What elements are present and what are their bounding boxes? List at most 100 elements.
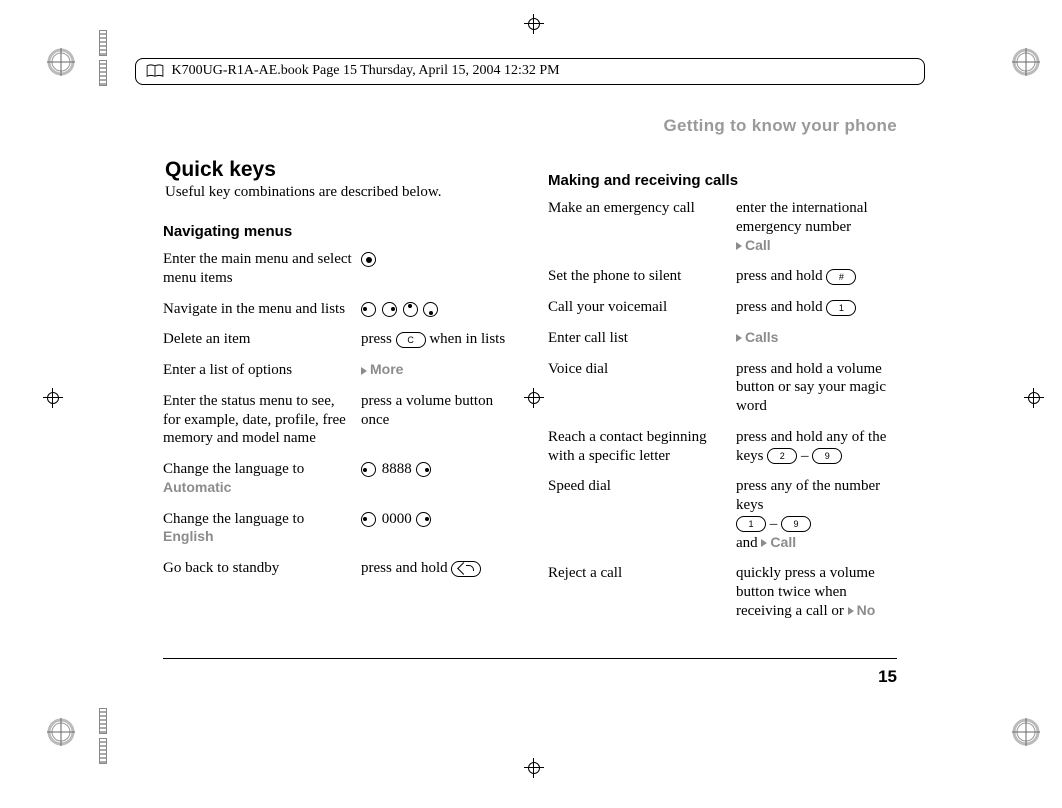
registration-mark — [47, 48, 75, 76]
softkey-label: Call — [745, 237, 771, 253]
table-row: Navigate in the menu and lists — [163, 300, 512, 319]
nav-left-icon — [361, 462, 376, 477]
softkey-label: More — [370, 361, 403, 377]
header-meta-text: K700UG-R1A-AE.book Page 15 Thursday, Apr… — [172, 63, 560, 78]
table-row: Reject a call quickly press a volume but… — [548, 564, 897, 620]
crop-mark — [524, 14, 544, 34]
table-row: Enter the status menu to see, for exampl… — [163, 392, 512, 448]
page-number: 15 — [878, 667, 897, 687]
table-row: Call your voicemail press and hold 1 — [548, 298, 897, 317]
right-column: Making and receiving calls Make an emerg… — [548, 158, 897, 645]
row-label: Reject a call — [548, 564, 736, 583]
row-label: Enter the status menu to see, for exampl… — [163, 392, 361, 448]
row-action: press any of the number keys 1 – 9 and C… — [736, 477, 897, 552]
row-action: press and hold — [361, 559, 512, 578]
crop-mark — [524, 758, 544, 778]
softkey-arrow-icon — [848, 607, 854, 615]
softkey-arrow-icon — [736, 334, 742, 342]
nav-up-icon — [403, 302, 418, 317]
row-action: press and hold 1 — [736, 298, 897, 317]
code-text: 8888 — [382, 461, 412, 477]
trim-bar — [99, 708, 105, 764]
sep: – — [766, 516, 781, 532]
text: enter the international emergency number — [736, 200, 868, 235]
row-label: Set the phone to silent — [548, 267, 736, 286]
row-label: Make an emergency call — [548, 199, 736, 218]
table-row: Speed dial press any of the number keys … — [548, 477, 897, 552]
subheading-calls: Making and receiving calls — [548, 172, 897, 189]
table-row: Set the phone to silent press and hold # — [548, 267, 897, 286]
registration-mark — [47, 718, 75, 746]
crop-mark — [43, 388, 63, 408]
softkey-arrow-icon — [761, 539, 767, 547]
row-label: Call your voicemail — [548, 298, 736, 317]
table-row: Make an emergency call enter the interna… — [548, 199, 897, 255]
nav-center-icon — [361, 252, 376, 267]
footer-rule — [163, 658, 897, 659]
key-c: C — [396, 332, 426, 348]
key-2: 2 — [767, 448, 797, 464]
key-hash: # — [826, 269, 856, 285]
text: press any of the number keys — [736, 478, 880, 513]
header-meta-bar: K700UG-R1A-AE.book Page 15 Thursday, Apr… — [135, 58, 925, 85]
intro-text: Useful key combinations are described be… — [165, 184, 512, 201]
text: and — [736, 535, 761, 551]
row-action: quickly press a volume button twice when… — [736, 564, 897, 620]
code-text: 0000 — [382, 511, 412, 527]
table-row: Change the language to English 0000 — [163, 510, 512, 548]
table-row: Reach a contact beginning with a specifi… — [548, 428, 897, 466]
subheading-navigating: Navigating menus — [163, 223, 512, 240]
row-action: More — [361, 361, 512, 380]
registration-mark — [1012, 48, 1040, 76]
left-column: Quick keys Useful key combinations are d… — [163, 158, 512, 645]
key-1: 1 — [736, 516, 766, 532]
text: press and hold — [736, 299, 826, 315]
row-action — [361, 300, 512, 319]
row-label: Go back to standby — [163, 559, 361, 578]
row-label: Delete an item — [163, 330, 361, 349]
nav-down-icon — [423, 302, 438, 317]
row-label: Speed dial — [548, 477, 736, 496]
inline-label: Automatic — [163, 479, 231, 495]
softkey-label: No — [857, 602, 876, 618]
softkey-arrow-icon — [736, 242, 742, 250]
text: when in lists — [429, 331, 505, 347]
table-row: Go back to standby press and hold — [163, 559, 512, 578]
nav-right-icon — [382, 302, 397, 317]
nav-table: Enter the main menu and select menu item… — [163, 250, 512, 578]
text: quickly press a volume button twice when… — [736, 565, 875, 619]
softkey-label: Call — [770, 534, 796, 550]
text: press and hold — [361, 560, 451, 576]
key-9: 9 — [812, 448, 842, 464]
row-label: Voice dial — [548, 360, 736, 379]
key-back — [451, 561, 481, 577]
inline-label: English — [163, 528, 214, 544]
row-label: Enter call list — [548, 329, 736, 348]
table-row: Voice dial press and hold a volume butto… — [548, 360, 897, 416]
table-row: Enter the main menu and select menu item… — [163, 250, 512, 288]
row-action — [361, 250, 512, 269]
key-1: 1 — [826, 300, 856, 316]
nav-left-icon — [361, 302, 376, 317]
text: Change the language to — [163, 461, 304, 477]
text: Change the language to — [163, 511, 304, 527]
row-action: press and hold # — [736, 267, 897, 286]
registration-mark — [1012, 718, 1040, 746]
calls-table: Make an emergency call enter the interna… — [548, 199, 897, 621]
page-title: Quick keys — [165, 158, 512, 182]
table-row: Enter call list Calls — [548, 329, 897, 348]
softkey-arrow-icon — [361, 367, 367, 375]
row-action: press and hold a volume button or say yo… — [736, 360, 897, 416]
running-head: Getting to know your phone — [663, 116, 897, 136]
row-action: Calls — [736, 329, 897, 348]
table-row: Delete an item press C when in lists — [163, 330, 512, 349]
text: press — [361, 331, 396, 347]
nav-left-icon — [361, 512, 376, 527]
row-label: Change the language to English — [163, 510, 361, 548]
table-row: Change the language to Automatic 8888 — [163, 460, 512, 498]
row-label: Enter a list of options — [163, 361, 361, 380]
sep: – — [797, 448, 812, 464]
row-label: Reach a contact beginning with a specifi… — [548, 428, 736, 466]
crop-mark — [1024, 388, 1044, 408]
text: press and hold — [736, 268, 826, 284]
